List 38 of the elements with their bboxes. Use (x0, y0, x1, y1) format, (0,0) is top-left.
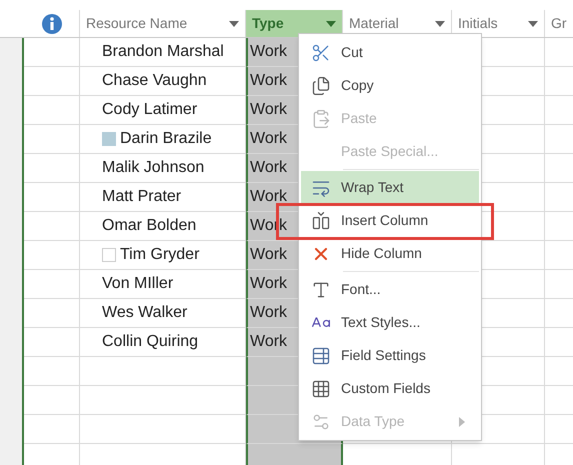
table-cell (24, 154, 80, 183)
field-settings-icon (311, 346, 331, 366)
table-cell (24, 357, 80, 386)
submenu-arrow-icon (459, 416, 465, 426)
table-cell (24, 183, 80, 212)
column-label: Material (349, 14, 399, 33)
column-header[interactable]: Type (246, 10, 343, 37)
table-cell (24, 386, 80, 415)
dropdown-icon[interactable] (435, 20, 445, 26)
row-header[interactable] (0, 444, 24, 465)
table-cell (24, 415, 80, 444)
column-label: Type (252, 14, 284, 33)
table-cell (24, 212, 80, 241)
dropdown-icon[interactable] (528, 20, 538, 26)
insert-column-icon (311, 210, 331, 230)
resource-name: Darin Brazile (120, 129, 212, 149)
dropdown-icon[interactable] (229, 20, 239, 26)
letter-icon (311, 280, 331, 300)
copy-icon (311, 76, 331, 96)
clipboard-icon (311, 108, 331, 128)
column-label: Gr (551, 14, 567, 33)
dropdown-icon[interactable] (326, 20, 336, 26)
grid-sparkle-icon (311, 378, 331, 398)
scissors-icon (311, 42, 331, 62)
column-label: Initials (458, 14, 498, 33)
resource-name: Tim Gryder (120, 245, 200, 265)
table-cell (24, 328, 80, 357)
menu-item[interactable]: Wrap Text (301, 171, 479, 204)
data-type-icon (311, 412, 331, 432)
menu-item[interactable]: Custom Fields (301, 372, 479, 405)
table-cell (24, 67, 80, 96)
table-cell (24, 96, 80, 125)
table-cell (24, 299, 80, 328)
column-label: Resource Name (86, 14, 188, 33)
info-icon (42, 14, 62, 34)
table-cell (24, 270, 80, 299)
column-header[interactable]: Gr (545, 10, 573, 37)
row-header[interactable] (0, 38, 24, 67)
